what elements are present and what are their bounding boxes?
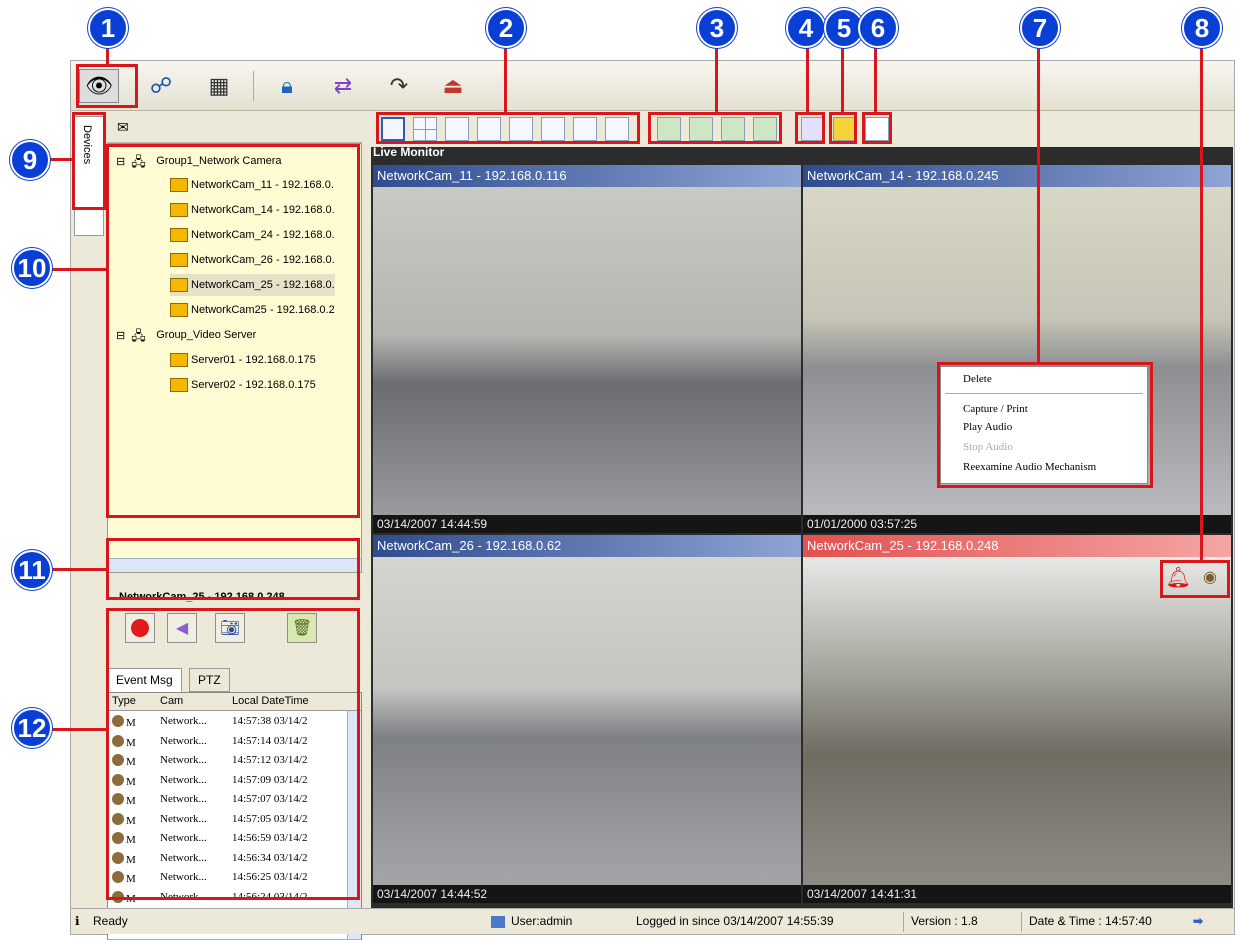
callout-line-10 xyxy=(52,268,106,271)
callout-8: 8 xyxy=(1182,8,1222,48)
status-logged-in: Logged in since 03/14/2007 14:55:39 xyxy=(636,914,834,928)
callout-7: 7 xyxy=(1020,8,1060,48)
video-cell-1[interactable]: NetworkCam_11 - 192.168.0.116 03/14/2007… xyxy=(373,165,801,533)
callout-line-11 xyxy=(52,568,106,571)
callout-box-7 xyxy=(937,362,1153,488)
callout-10: 10 xyxy=(12,248,52,288)
user-switch-icon[interactable]: ⇄ xyxy=(323,69,363,103)
lock-icon[interactable]: 🔒︎ xyxy=(267,69,307,103)
playback-icon[interactable]: ▦ xyxy=(199,69,239,103)
camera-feed-image xyxy=(373,557,801,885)
callout-box-11 xyxy=(106,538,360,600)
callout-12: 12 xyxy=(12,708,52,748)
video-cell-3[interactable]: NetworkCam_26 - 192.168.0.62 03/14/2007 … xyxy=(373,535,801,903)
live-monitor: Live Monitor NetworkCam_11 - 192.168.0.1… xyxy=(371,145,1233,909)
status-bar: ℹ Ready User:admin Logged in since 03/14… xyxy=(71,908,1234,934)
callout-line-7 xyxy=(1037,48,1040,362)
edit-icon[interactable]: ✉ xyxy=(117,119,129,136)
video-cell-title: NetworkCam_14 - 192.168.0.245 xyxy=(803,165,1231,187)
video-cell-timestamp: 01/01/2000 03:57:25 xyxy=(803,515,1231,533)
status-ready: Ready xyxy=(93,914,128,928)
info-icon: ℹ xyxy=(75,914,80,928)
remote-devices-icon[interactable]: ☍ xyxy=(141,69,181,103)
callout-line-9 xyxy=(48,158,72,161)
callout-line-2 xyxy=(504,48,507,112)
camera-feed-image xyxy=(803,557,1231,885)
callout-9: 9 xyxy=(10,140,50,180)
callout-3: 3 xyxy=(697,8,737,48)
callout-1: 1 xyxy=(88,8,128,48)
exit-icon[interactable]: ⏏ xyxy=(433,69,473,103)
logout-icon[interactable]: ↷ xyxy=(379,69,419,103)
user-icon xyxy=(491,916,505,928)
callout-box-6 xyxy=(862,112,892,144)
callout-line-4 xyxy=(806,48,809,112)
status-divider xyxy=(903,912,904,932)
video-cell-title: NetworkCam_26 - 192.168.0.62 xyxy=(373,535,801,557)
callout-box-1 xyxy=(76,64,138,108)
callout-line-5 xyxy=(841,48,844,112)
callout-line-1 xyxy=(106,48,109,66)
callout-6: 6 xyxy=(858,8,898,48)
main-toolbar: 👁 ☍ ▦ 🔒︎ ⇄ ↷ ⏏ xyxy=(71,61,1234,111)
callout-line-3 xyxy=(715,48,718,112)
video-cell-title: NetworkCam_11 - 192.168.0.116 xyxy=(373,165,801,187)
tree-header: ✉ xyxy=(107,113,362,143)
live-monitor-label: Live Monitor xyxy=(373,145,445,159)
callout-2: 2 xyxy=(486,8,526,48)
video-cell-timestamp: 03/14/2007 14:41:31 xyxy=(803,885,1231,903)
toolbar-divider xyxy=(253,71,254,101)
video-cell-timestamp: 03/14/2007 14:44:52 xyxy=(373,885,801,903)
callout-line-12 xyxy=(52,728,106,731)
callout-box-9 xyxy=(72,112,106,210)
status-datetime: Date & Time : 14:57:40 xyxy=(1029,914,1152,928)
callout-box-2 xyxy=(376,112,640,144)
status-user: User:admin xyxy=(511,914,573,928)
callout-box-8 xyxy=(1160,560,1230,598)
callout-11: 11 xyxy=(12,550,52,590)
callout-box-4 xyxy=(795,112,825,144)
callout-line-8 xyxy=(1200,48,1203,560)
callout-4: 4 xyxy=(786,8,826,48)
callout-box-5 xyxy=(829,112,857,144)
status-version: Version : 1.8 xyxy=(911,914,978,928)
callout-box-12 xyxy=(106,608,360,900)
callout-box-10 xyxy=(106,144,360,518)
video-cell-title: NetworkCam_25 - 192.168.0.248 xyxy=(803,535,1231,557)
arrow-right-icon[interactable]: ➡ xyxy=(1193,914,1203,928)
video-cell-timestamp: 03/14/2007 14:44:59 xyxy=(373,515,801,533)
callout-line-6 xyxy=(874,48,877,112)
status-divider xyxy=(1021,912,1022,932)
callout-box-3 xyxy=(648,112,782,144)
camera-feed-image xyxy=(373,187,801,515)
